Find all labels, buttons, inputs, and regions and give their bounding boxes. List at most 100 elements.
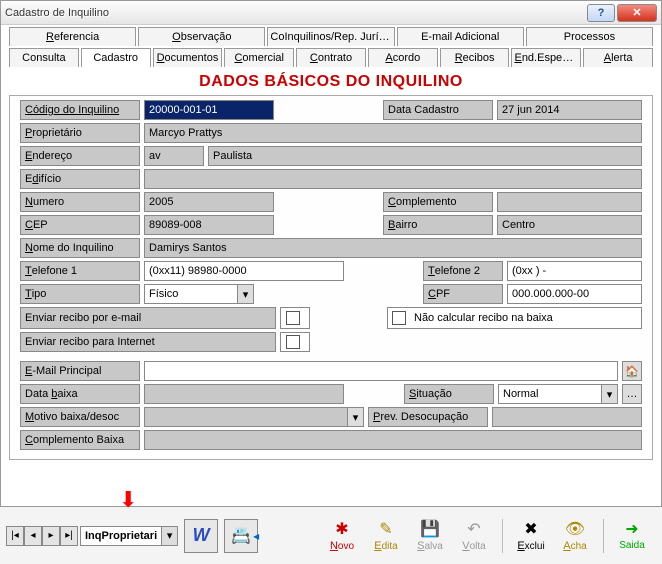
- label-situacao: Situação: [404, 384, 494, 404]
- email-home-button[interactable]: 🏠: [622, 361, 642, 381]
- field-compl-baixa: [144, 430, 642, 450]
- label-cpf: CPF: [423, 284, 503, 304]
- chevron-down-icon: ▾: [348, 407, 364, 427]
- tab-end-especial[interactable]: End.Especial: [511, 48, 581, 67]
- field-bairro: Centro: [497, 215, 642, 235]
- tab-observa-o[interactable]: Observação: [138, 27, 265, 46]
- field-complemento: [497, 192, 642, 212]
- footer-toolbar: |◂ ◂ ▸ ▸| InqProprietari ▾ ⬇ W 📇◂ ✱Novo✎…: [0, 506, 662, 564]
- tab-consulta[interactable]: Consulta: [9, 48, 79, 67]
- combo-tipo[interactable]: Físico ▾: [144, 284, 254, 304]
- tab-cadastro[interactable]: Cadastro: [81, 48, 151, 67]
- label-edificio: Edifício: [20, 169, 140, 189]
- tool-label: Saida: [619, 540, 645, 551]
- field-cep: 89089-008: [144, 215, 274, 235]
- field-tel2[interactable]: (0xx ) -: [507, 261, 642, 281]
- tabs-row-top: ReferenciaObservaçãoCoInquilinos/Rep. Ju…: [1, 25, 661, 46]
- label-tel2: Telefone 2: [423, 261, 503, 281]
- combo-situacao[interactable]: Normal ▾: [498, 384, 618, 404]
- tool-volta: ↶Volta: [456, 519, 492, 553]
- tab-recibos[interactable]: Recibos: [440, 48, 510, 67]
- record-nav: |◂ ◂ ▸ ▸|: [6, 526, 78, 546]
- edita-icon: ✎: [379, 519, 392, 539]
- novo-icon: ✱: [335, 519, 348, 539]
- checkbox-enviar-internet[interactable]: [280, 332, 310, 352]
- combo-motivo[interactable]: ▾: [144, 407, 364, 427]
- window-title: Cadastro de Inquilino: [5, 7, 585, 19]
- tab-acordo[interactable]: Acordo: [368, 48, 438, 67]
- label-endereco: Endereço: [20, 146, 140, 166]
- field-proprietario: Marcyo Prattys: [144, 123, 642, 143]
- label-numero: Numero: [20, 192, 140, 212]
- label-bairro: Bairro: [383, 215, 493, 235]
- tool-exclui[interactable]: ✖Exclui: [513, 519, 549, 553]
- checkbox-nao-calcular[interactable]: Não calcular recibo na baixa: [387, 307, 642, 329]
- label-complemento: Complemento: [383, 192, 493, 212]
- field-codigo[interactable]: 20000-001-01: [144, 100, 274, 120]
- field-cpf[interactable]: 000.000.000-00: [507, 284, 642, 304]
- help-button[interactable]: ?: [587, 4, 615, 22]
- footer-combo[interactable]: InqProprietari ▾: [80, 526, 178, 546]
- tabs-row-bottom: ConsultaCadastroDocumentosComercialContr…: [1, 46, 661, 67]
- field-prev-desoc: [492, 407, 642, 427]
- tool-label: Exclui: [517, 540, 544, 552]
- tool-salva: 💾Salva: [412, 519, 448, 553]
- acha-icon: 👁: [565, 519, 585, 539]
- label-data-baixa: Data baixa: [20, 384, 140, 404]
- field-endereco-prefix: av: [144, 146, 204, 166]
- word-export-button[interactable]: W: [184, 519, 218, 553]
- tab-referencia[interactable]: Referencia: [9, 27, 136, 46]
- tool-novo[interactable]: ✱Novo: [324, 519, 360, 553]
- label-enviar-internet: Enviar recibo para Internet: [20, 332, 276, 352]
- tool-label: Volta: [462, 540, 485, 552]
- nav-first-button[interactable]: |◂: [6, 526, 24, 546]
- titlebar: Cadastro de Inquilino ? ✕: [1, 1, 661, 25]
- field-data-cadastro: 27 jun 2014: [497, 100, 642, 120]
- tool-acha[interactable]: 👁Acha: [557, 519, 593, 553]
- label-codigo: Código do Inquilino: [20, 100, 140, 120]
- tab-coinquilinos-rep-jur-dico[interactable]: CoInquilinos/Rep. Jurídico: [267, 27, 394, 46]
- chevron-down-icon: ▾: [162, 526, 178, 546]
- saida-icon: ➜: [625, 519, 638, 539]
- form-area: Código do Inquilino 20000-001-01 Data Ca…: [9, 95, 653, 460]
- tab-comercial[interactable]: Comercial: [224, 48, 294, 67]
- tab-contrato[interactable]: Contrato: [296, 48, 366, 67]
- tool-label: Novo: [330, 540, 354, 552]
- exclui-icon: ✖: [524, 519, 537, 539]
- label-motivo: Motivo baixa/desoc: [20, 407, 140, 427]
- volta-icon: ↶: [467, 519, 480, 539]
- tool-edita[interactable]: ✎Edita: [368, 519, 404, 553]
- field-edificio: [144, 169, 642, 189]
- section-title: DADOS BÁSICOS DO INQUILINO: [1, 67, 661, 95]
- situacao-more-button[interactable]: …: [622, 384, 642, 404]
- list-view-button[interactable]: 📇◂: [224, 519, 258, 553]
- tool-label: Acha: [563, 540, 586, 552]
- chevron-down-icon: ▾: [238, 284, 254, 304]
- nav-prev-button[interactable]: ◂: [24, 526, 42, 546]
- tool-saida[interactable]: ➜Saida: [614, 519, 650, 553]
- tab-alerta[interactable]: Alerta: [583, 48, 653, 67]
- checkbox-enviar-email[interactable]: [280, 307, 310, 329]
- label-proprietario: Proprietário: [20, 123, 140, 143]
- label-data-cadastro: Data Cadastro: [383, 100, 493, 120]
- label-email-principal: E-Mail Principal: [20, 361, 140, 381]
- field-numero: 2005: [144, 192, 274, 212]
- label-nome: Nome do Inquilino: [20, 238, 140, 258]
- close-button[interactable]: ✕: [617, 4, 657, 22]
- field-data-baixa: [144, 384, 344, 404]
- tab-documentos[interactable]: Documentos: [153, 48, 223, 67]
- label-cep: CEP: [20, 215, 140, 235]
- field-nome: Damirys Santos: [144, 238, 642, 258]
- label-enviar-email: Enviar recibo por e-mail: [20, 307, 276, 329]
- field-email-principal[interactable]: [144, 361, 618, 381]
- tool-label: Salva: [417, 540, 443, 552]
- nav-next-button[interactable]: ▸: [42, 526, 60, 546]
- field-tel1[interactable]: (0xx11) 98980-0000: [144, 261, 344, 281]
- action-tools: ✱Novo✎Edita💾Salva↶Volta✖Exclui👁Acha➜Said…: [324, 519, 656, 553]
- tab-processos[interactable]: Processos: [526, 27, 653, 46]
- tool-label: Edita: [374, 540, 397, 552]
- nav-last-button[interactable]: ▸|: [60, 526, 78, 546]
- chevron-down-icon: ▾: [602, 384, 618, 404]
- label-compl-baixa: Complemento Baixa: [20, 430, 140, 450]
- tab-e-mail-adicional[interactable]: E-mail Adicional: [397, 27, 524, 46]
